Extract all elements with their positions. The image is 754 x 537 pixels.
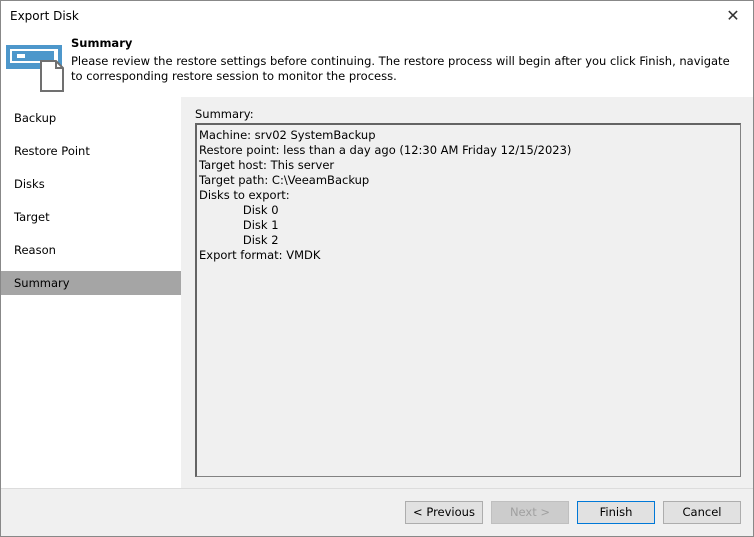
- wizard-steps: Backup Restore Point Disks Target Reason…: [1, 97, 181, 488]
- step-summary[interactable]: Summary: [1, 271, 181, 295]
- previous-button[interactable]: < Previous: [405, 501, 483, 524]
- next-button[interactable]: Next >: [491, 501, 569, 524]
- summary-label: Summary:: [195, 107, 254, 121]
- step-target[interactable]: Target: [1, 205, 181, 229]
- step-restore-point[interactable]: Restore Point: [1, 139, 181, 163]
- close-icon[interactable]: ✕: [721, 5, 745, 27]
- header-description: Please review the restore settings befor…: [71, 54, 730, 83]
- wizard-header: Summary Please review the restore settin…: [1, 33, 753, 97]
- window-title: Export Disk: [10, 9, 79, 23]
- header-title: Summary: [71, 36, 133, 50]
- step-reason[interactable]: Reason: [1, 238, 181, 262]
- cancel-button[interactable]: Cancel: [663, 501, 741, 524]
- summary-panel: Summary: Machine: srv02 SystemBackup Res…: [181, 97, 753, 488]
- step-disks[interactable]: Disks: [1, 172, 181, 196]
- finish-button[interactable]: Finish: [577, 501, 655, 524]
- title-bar: Export Disk ✕: [1, 1, 753, 33]
- summary-textbox[interactable]: Machine: srv02 SystemBackup Restore poin…: [195, 123, 741, 477]
- export-disk-icon: [6, 45, 64, 92]
- wizard-footer: < Previous Next > Finish Cancel: [1, 488, 753, 536]
- step-backup[interactable]: Backup: [1, 106, 181, 130]
- export-disk-dialog: Export Disk ✕ Summary Please review the …: [0, 0, 754, 537]
